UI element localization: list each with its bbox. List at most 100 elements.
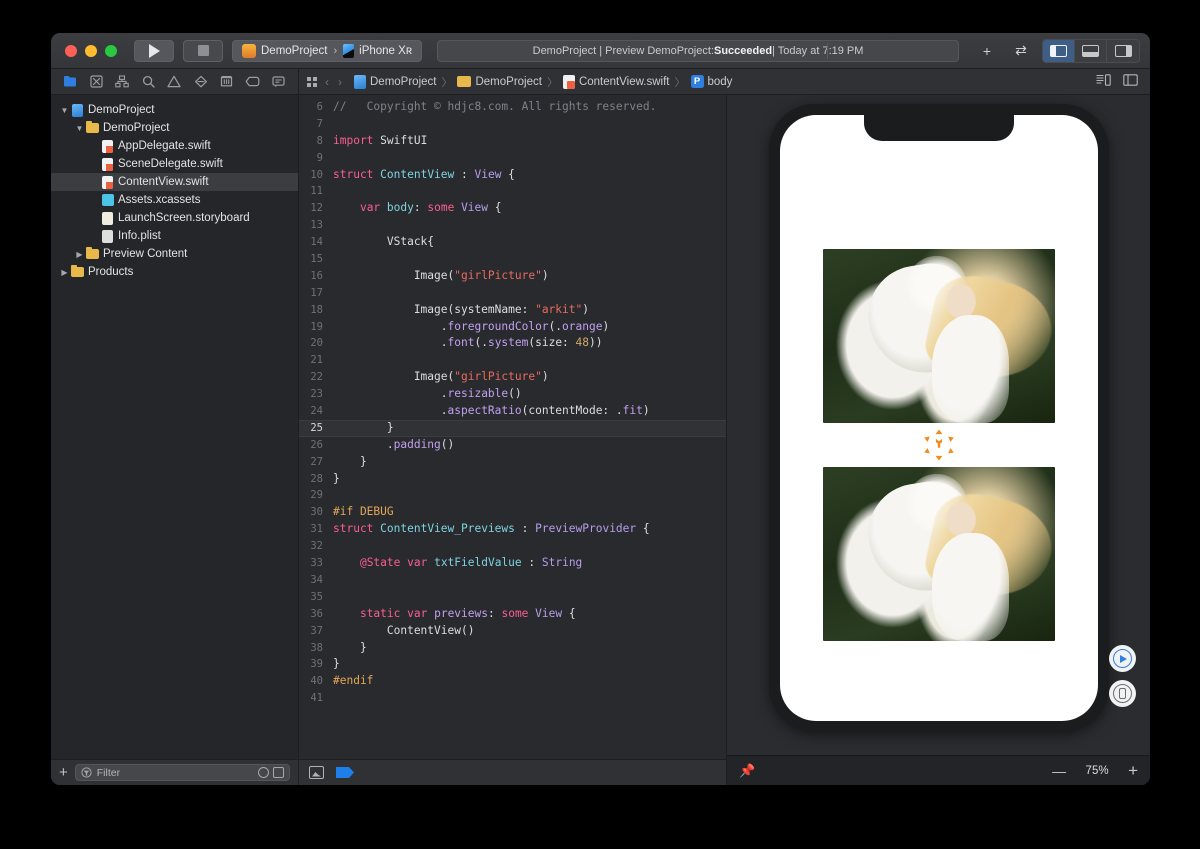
tree-item-scenedelegate-swift[interactable]: SceneDelegate.swift <box>51 155 298 173</box>
tree-item-assets-xcassets[interactable]: Assets.xcassets <box>51 191 298 209</box>
assistant-editor-icon[interactable] <box>1123 74 1138 89</box>
code-line[interactable]: 9 <box>299 150 726 167</box>
minimap-toggle-icon[interactable] <box>1096 74 1111 89</box>
find-navigator-icon[interactable] <box>135 69 161 94</box>
code-line[interactable]: 32 <box>299 538 726 555</box>
code-line[interactable]: 33 @State var txtFieldValue : String <box>299 555 726 572</box>
code-token: previews <box>434 606 488 620</box>
add-file-button[interactable]: + <box>59 765 68 780</box>
run-button[interactable] <box>134 39 174 62</box>
stop-button[interactable] <box>183 39 223 62</box>
version-badge-icon[interactable] <box>336 767 354 778</box>
tree-item-launchscreen-storyboard[interactable]: LaunchScreen.storyboard <box>51 209 298 227</box>
code-line[interactable]: 10 struct ContentView : View { <box>299 167 726 184</box>
live-preview-button[interactable] <box>1109 645 1136 672</box>
symbol-navigator-icon[interactable] <box>109 69 135 94</box>
breadcrumb-item-2[interactable]: ContentView.swift <box>562 74 670 89</box>
toggle-editor-mode-button[interactable]: ⇄ <box>1008 40 1034 62</box>
breadcrumb-item-3[interactable]: P body <box>690 75 732 88</box>
code-line[interactable]: 22 Image("girlPicture") <box>299 369 726 386</box>
pin-icon[interactable]: 📌 <box>739 763 755 779</box>
code-line[interactable]: 21 <box>299 352 726 369</box>
zoom-in-button[interactable]: + <box>1128 762 1138 779</box>
minimize-window-button[interactable] <box>85 44 97 57</box>
tree-item-preview-content[interactable]: ▶ Preview Content <box>51 245 298 263</box>
code-line[interactable]: 13 <box>299 217 726 234</box>
filter-input[interactable]: Filter <box>74 764 290 781</box>
code-line[interactable]: 26 .padding() <box>299 437 726 454</box>
test-navigator-icon[interactable] <box>188 69 214 94</box>
inspector-panel-toggle[interactable] <box>1107 40 1139 62</box>
code-line[interactable]: 12 var body: some View { <box>299 200 726 217</box>
disclosure-triangle-icon[interactable]: ▼ <box>59 106 70 115</box>
tree-item-info-plist[interactable]: Info.plist <box>51 227 298 245</box>
code-line[interactable]: 20 .font(.system(size: 48)) <box>299 335 726 352</box>
code-line[interactable]: 11 <box>299 183 726 200</box>
code-line[interactable]: 40 #endif <box>299 673 726 690</box>
code-line[interactable]: 38 } <box>299 640 726 657</box>
code-line[interactable]: 15 <box>299 251 726 268</box>
swift-icon <box>100 157 115 171</box>
disclosure-triangle-icon[interactable]: ▶ <box>74 250 85 259</box>
close-window-button[interactable] <box>65 44 77 57</box>
issue-navigator-icon[interactable] <box>161 69 187 94</box>
code-line[interactable]: 14 VStack{ <box>299 234 726 251</box>
project-navigator-icon[interactable] <box>57 69 83 94</box>
code-line[interactable]: 24 .aspectRatio(contentMode: .fit) <box>299 403 726 420</box>
line-number: 28 <box>310 472 323 485</box>
add-editor-button[interactable]: + <box>974 40 1000 62</box>
forward-icon[interactable]: › <box>337 75 343 89</box>
code-line[interactable]: 27 } <box>299 454 726 471</box>
code-line-content: } <box>333 640 367 657</box>
code-line[interactable]: 7 <box>299 116 726 133</box>
preview-on-device-button[interactable] <box>1109 680 1136 707</box>
breakpoint-navigator-icon[interactable] <box>240 69 266 94</box>
related-items-icon[interactable] <box>307 76 317 87</box>
code-line[interactable]: 39} <box>299 656 726 673</box>
canvas-stage[interactable] <box>727 95 1150 755</box>
breadcrumb-item-1[interactable]: DemoProject <box>457 76 542 88</box>
scheme-selector[interactable]: DemoProject › iPhone Xʀ <box>232 39 423 62</box>
code-line[interactable]: 30 #if DEBUG <box>299 504 726 521</box>
source-control-navigator-icon[interactable] <box>83 69 109 94</box>
zoom-out-button[interactable]: — <box>1052 763 1066 779</box>
code-line[interactable]: 36 static var previews: some View { <box>299 606 726 623</box>
tree-item-products[interactable]: ▶ Products <box>51 263 298 281</box>
code-line[interactable]: 28} <box>299 471 726 488</box>
recent-files-icon[interactable] <box>258 767 269 778</box>
source-control-filter-icon[interactable] <box>273 767 284 778</box>
canvas-toggle-icon[interactable] <box>309 766 324 779</box>
zoom-window-button[interactable] <box>105 44 117 57</box>
code-line[interactable]: 17 <box>299 285 726 302</box>
back-icon[interactable]: ‹ <box>324 75 330 89</box>
code-line[interactable]: 34 <box>299 572 726 589</box>
debug-navigator-icon[interactable] <box>214 69 240 94</box>
code-line[interactable]: 6 // Copyright © hdjc8.com. All rights re… <box>299 99 726 116</box>
debug-panel-toggle[interactable] <box>1075 39 1107 62</box>
code-token: orange <box>562 319 603 333</box>
source-code-view[interactable]: 6 // Copyright © hdjc8.com. All rights re… <box>299 95 726 759</box>
tree-item-demoproject[interactable]: ▼ DemoProject <box>51 119 298 137</box>
activity-status-bar[interactable]: DemoProject | Preview DemoProject: Succe… <box>437 39 959 62</box>
code-line[interactable]: 25 } <box>299 419 726 437</box>
report-navigator-icon[interactable] <box>266 69 292 94</box>
code-line[interactable]: 16 Image("girlPicture") <box>299 268 726 285</box>
code-line[interactable]: 29 <box>299 487 726 504</box>
code-line[interactable]: 23 .resizable() <box>299 386 726 403</box>
navigator-panel-toggle[interactable] <box>1043 39 1075 62</box>
code-line[interactable]: 35 <box>299 589 726 606</box>
code-line[interactable]: 19 .foregroundColor(.orange) <box>299 319 726 336</box>
code-line[interactable]: 41 <box>299 690 726 707</box>
code-line[interactable]: 31 struct ContentView_Previews : PreviewP… <box>299 521 726 538</box>
code-line[interactable]: 18 Image(systemName: "arkit") <box>299 302 726 319</box>
disclosure-triangle-icon[interactable]: ▼ <box>74 124 85 133</box>
code-line[interactable]: 8 import SwiftUI <box>299 133 726 150</box>
code-line[interactable]: 37 ContentView() <box>299 623 726 640</box>
breadcrumb-item-0[interactable]: DemoProject <box>354 74 436 89</box>
tree-item-appdelegate-swift[interactable]: AppDelegate.swift <box>51 137 298 155</box>
device-screen[interactable] <box>780 115 1098 721</box>
code-token: String <box>541 556 583 570</box>
tree-item-demoproject[interactable]: ▼ DemoProject <box>51 101 298 119</box>
tree-item-contentview-swift[interactable]: ContentView.swift <box>51 173 298 191</box>
disclosure-triangle-icon[interactable]: ▶ <box>59 268 70 277</box>
